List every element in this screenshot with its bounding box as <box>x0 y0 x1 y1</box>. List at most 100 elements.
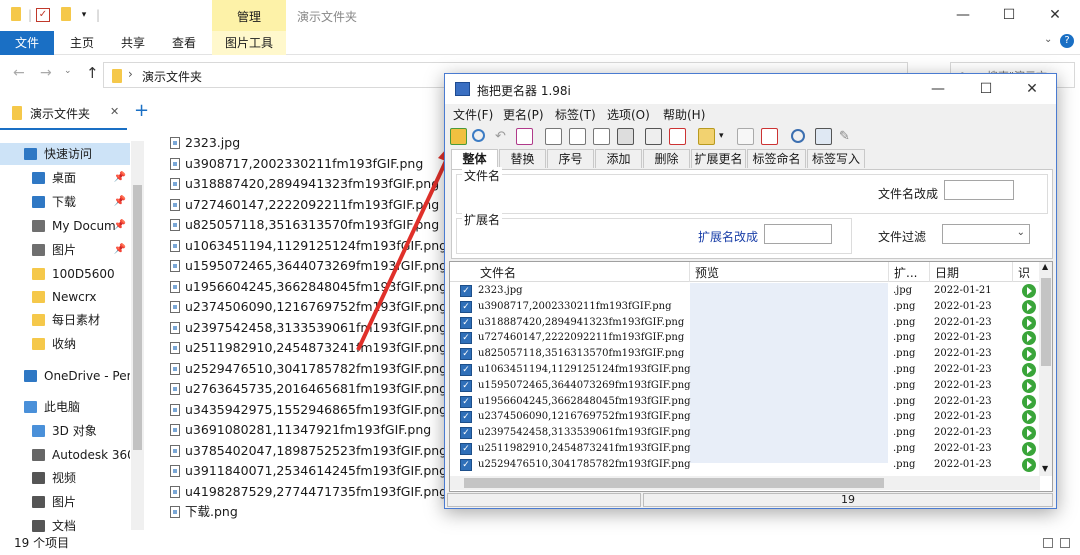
table-row[interactable]: ✓ u2529476510,3041785782fm193fGIF.png .png… <box>450 457 1040 474</box>
row-checkbox[interactable]: ✓ <box>460 379 472 392</box>
table-row[interactable]: ✓ u2374506090,1216769752fm193fGIF.png .png… <box>450 410 1040 426</box>
cell-filename: u2511982910,2454873241fm193fGIF.png <box>478 443 691 454</box>
tab-3[interactable]: 添加 <box>595 149 642 168</box>
column-header-preview[interactable]: 预览 <box>695 264 719 281</box>
table-row[interactable]: ✓ u727460147,2222092211fm193fGIF.png .png 2… <box>450 331 1040 347</box>
file-grid: 文件名 预览 扩... 日期 识 ✓ 2323.jpg .jpg 2022-01-21… <box>449 261 1053 492</box>
cell-extension: .png <box>893 348 916 360</box>
row-checkbox[interactable]: ✓ <box>460 364 472 376</box>
window-icon[interactable] <box>815 128 832 145</box>
table-row[interactable]: ✓ u318887420,2894941323fm193fGIF.png .png 2… <box>450 315 1040 332</box>
cell-extension: .png <box>893 411 916 423</box>
maximize-icon[interactable]: ☐ <box>963 74 1009 104</box>
table-row[interactable]: ✓ u1956604245,3662848045fm193fGIF.png .png… <box>450 394 1040 411</box>
file-filter-select[interactable]: ⌄ <box>942 224 1030 244</box>
open-files-icon[interactable] <box>450 128 467 145</box>
cell-filename: u1956604245,3662848045fm193fGIF.png <box>478 395 691 407</box>
table-row[interactable]: ✓ u2511982910,2454873241fm193fGIF.png .png… <box>450 442 1040 458</box>
close-icon[interactable]: ✕ <box>1009 74 1055 104</box>
grid-horizontal-scrollbar[interactable] <box>450 476 1040 490</box>
file-filter-label: 文件过滤 <box>878 230 927 244</box>
tag-icon[interactable] <box>698 128 715 145</box>
menu-rename[interactable]: 更名(P) <box>503 106 544 123</box>
renamer-title: 拖把更名器 1.98i <box>477 84 571 98</box>
table-row[interactable]: ✓ u1063451194,1129125124fm193fGIF.png .png… <box>450 363 1040 379</box>
cell-extension: .png <box>893 379 916 391</box>
status-ok-icon <box>1022 457 1036 472</box>
status-ok-icon <box>1022 347 1036 362</box>
column-header-extension[interactable]: 扩... <box>894 264 917 281</box>
status-ok-icon <box>1022 363 1036 377</box>
dropdown-arrow-icon[interactable]: ▾ <box>719 128 736 145</box>
list-icon[interactable] <box>645 128 662 145</box>
clear-list-icon[interactable] <box>669 128 686 145</box>
table-row[interactable]: ✓ u825057118,3516313570fm193fGIF.png .png 2… <box>450 347 1040 363</box>
row-checkbox[interactable]: ✓ <box>460 316 472 329</box>
table-row[interactable]: ✓ 2323.jpg .jpg 2022-01-21 <box>450 284 1040 300</box>
row-checkbox[interactable]: ✓ <box>460 300 472 313</box>
status-ok-icon <box>1022 331 1036 346</box>
row-checkbox[interactable]: ✓ <box>460 395 472 408</box>
cell-extension: .png <box>893 395 916 407</box>
renamer-window: 拖把更名器 1.98i — ☐ ✕ 文件(F) 更名(P) 标签(T) 选项(O… <box>444 73 1057 509</box>
row-checkbox[interactable]: ✓ <box>460 458 472 471</box>
table-row[interactable]: ✓ u2397542458,3133539061fm193fGIF.png .png… <box>450 426 1040 442</box>
menu-tags[interactable]: 标签(T) <box>555 106 596 123</box>
tools-icon[interactable]: ✎ <box>839 128 856 145</box>
tab-6[interactable]: 标签命名 <box>747 149 806 168</box>
row-checkbox[interactable]: ✓ <box>460 443 472 455</box>
menu-help[interactable]: 帮助(H) <box>663 106 705 123</box>
rename-doc-icon[interactable] <box>569 128 586 145</box>
cell-date: 2022-01-23 <box>934 443 992 454</box>
tab-4[interactable]: 删除 <box>643 149 690 168</box>
row-checkbox[interactable]: ✓ <box>460 332 472 345</box>
rename-doc-icon[interactable] <box>545 128 562 145</box>
cell-extension: .png <box>893 332 916 344</box>
filename-change-label: 文件名改成 <box>878 187 939 201</box>
row-checkbox[interactable]: ✓ <box>460 285 472 297</box>
renamer-title-bar: 拖把更名器 1.98i — ☐ ✕ <box>445 74 1056 104</box>
menu-options[interactable]: 选项(O) <box>607 106 650 123</box>
cell-filename: u2374506090,1216769752fm193fGIF.png <box>478 411 691 423</box>
extension-change-input[interactable] <box>764 224 832 244</box>
row-checkbox[interactable]: ✓ <box>460 348 472 361</box>
row-checkbox[interactable]: ✓ <box>460 427 472 440</box>
cell-filename: u318887420,2894941323fm193fGIF.png <box>478 316 685 328</box>
column-header-status[interactable]: 识 <box>1018 264 1030 281</box>
delete-tag-icon[interactable] <box>761 128 778 145</box>
edit-icon[interactable] <box>737 128 754 145</box>
table-row[interactable]: ✓ u3908717,2002330211fm193fGIF.png .png 202… <box>450 299 1040 316</box>
status-ok-icon <box>1022 284 1036 298</box>
cell-filename: u727460147,2222092211fm193fGIF.png <box>478 332 685 344</box>
cell-extension: .png <box>893 427 916 439</box>
grid-vertical-scrollbar[interactable]: ▲ ▼ <box>1039 262 1052 476</box>
cell-filename: u2397542458,3133539061fm193fGIF.png <box>478 427 691 439</box>
scroll-down-icon[interactable]: ▼ <box>1042 464 1048 473</box>
table-row[interactable]: ✓ u1595072465,3644073269fm193fGIF.png .png… <box>450 378 1040 395</box>
column-header-date[interactable]: 日期 <box>935 264 959 281</box>
cell-extension: .png <box>893 316 916 328</box>
minimize-icon[interactable]: — <box>915 74 961 104</box>
tab-1[interactable]: 替换 <box>499 149 546 168</box>
cell-date: 2022-01-23 <box>934 379 992 391</box>
scroll-up-icon[interactable]: ▲ <box>1042 262 1048 271</box>
find-icon[interactable] <box>472 129 485 142</box>
filename-change-input[interactable] <box>944 180 1014 200</box>
save-icon[interactable] <box>617 128 634 145</box>
check-icon[interactable] <box>516 128 533 145</box>
menu-file[interactable]: 文件(F) <box>453 106 493 123</box>
grid-header: 文件名 预览 扩... 日期 识 <box>450 262 1052 282</box>
renamer-menu-bar: 文件(F) 更名(P) 标签(T) 选项(O) 帮助(H) <box>445 104 1056 124</box>
rename-doc-icon[interactable] <box>593 128 610 145</box>
tab-2[interactable]: 序号 <box>547 149 594 168</box>
renamer-tabs: 整体 替换 序号 添加 删除 扩展更名 标签命名 标签写入 <box>451 149 1051 170</box>
tab-5[interactable]: 扩展更名 <box>691 149 746 168</box>
renamer-status-bar: 19 <box>445 492 1056 508</box>
cell-date: 2022-01-23 <box>934 348 992 360</box>
row-checkbox[interactable]: ✓ <box>460 411 472 424</box>
tab-7[interactable]: 标签写入 <box>807 149 865 168</box>
undo-icon[interactable]: ↶ <box>495 128 512 145</box>
status-ok-icon <box>1022 299 1036 314</box>
column-header-filename[interactable]: 文件名 <box>480 264 516 281</box>
clock-icon[interactable] <box>791 129 805 143</box>
